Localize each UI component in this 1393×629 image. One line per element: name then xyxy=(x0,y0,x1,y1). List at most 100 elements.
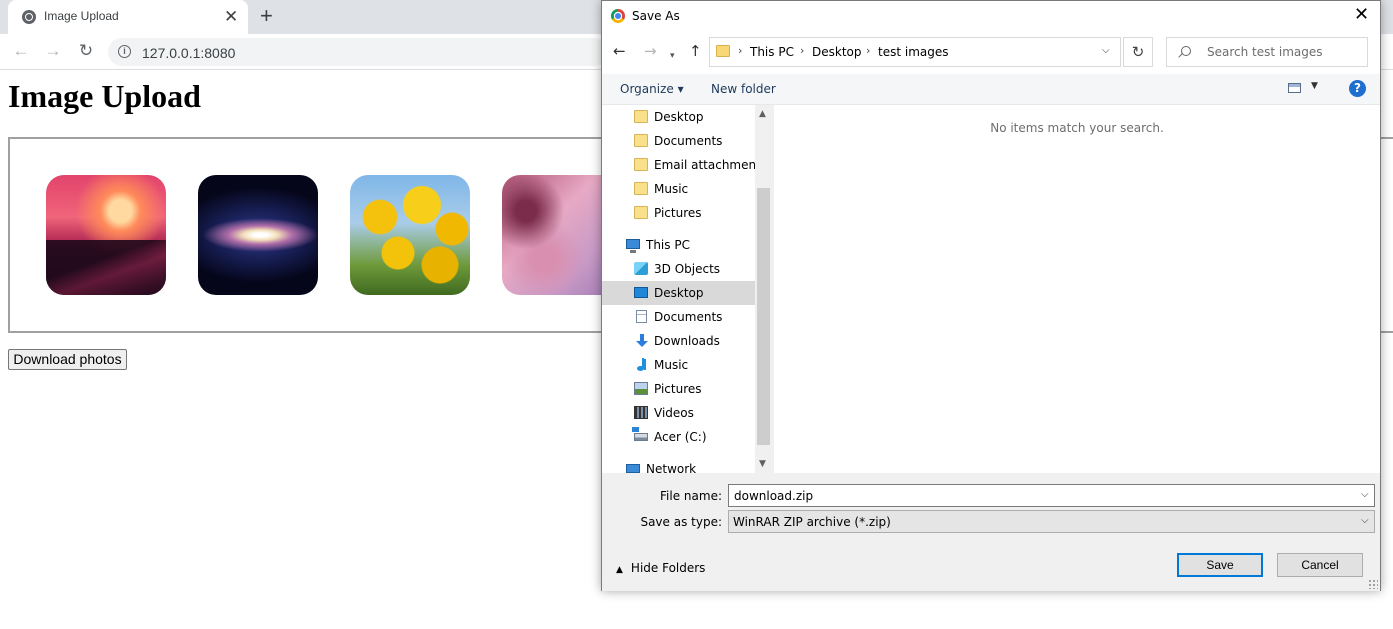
nav-item-label: Videos xyxy=(654,406,694,420)
nav-item-downloads[interactable]: Downloads xyxy=(634,329,772,353)
scroll-down-icon[interactable]: ▼ xyxy=(759,459,766,469)
nav-pane-scrollbar[interactable]: ▲ ▼ xyxy=(755,105,772,473)
folder-icon xyxy=(634,158,648,171)
nav-item-music[interactable]: Music xyxy=(634,177,772,201)
nav-item-acer-drive[interactable]: Acer (C:) xyxy=(632,425,772,449)
nav-item-pictures-pc[interactable]: Pictures xyxy=(634,377,772,401)
dialog-command-bar: Organize ▾ New folder ▼ ? xyxy=(602,74,1380,105)
forward-arrow-icon[interactable]: → xyxy=(644,42,657,60)
nav-item-label: Music xyxy=(654,358,689,372)
reload-icon[interactable]: ↻ xyxy=(75,40,97,62)
chevron-right-icon[interactable]: › xyxy=(800,44,804,57)
back-arrow-icon[interactable]: ← xyxy=(10,40,32,62)
empty-message: No items match your search. xyxy=(990,121,1164,135)
chevron-down-icon[interactable]: ⌵ xyxy=(1102,45,1110,56)
nav-item-3d-objects[interactable]: 3D Objects xyxy=(634,257,772,281)
folder-icon xyxy=(634,206,648,219)
nav-item-network[interactable]: Network xyxy=(626,457,772,473)
nav-item-documents[interactable]: Documents xyxy=(634,129,772,153)
music-note-icon xyxy=(637,358,651,371)
save-button[interactable]: Save xyxy=(1177,553,1263,577)
chevron-right-icon[interactable]: › xyxy=(738,44,742,57)
dialog-title: Save As xyxy=(632,9,680,23)
download-photos-button[interactable]: Download photos xyxy=(8,349,127,370)
back-arrow-icon[interactable]: ← xyxy=(613,42,626,60)
nav-item-label: 3D Objects xyxy=(654,262,721,276)
nav-item-label: Network xyxy=(646,462,697,473)
nav-item-email-attachments[interactable]: Email attachments xyxy=(634,153,772,177)
save-as-type-label: Save as type: xyxy=(640,515,722,529)
dialog-titlebar: Save As ✕ xyxy=(602,1,1380,32)
info-icon[interactable]: i xyxy=(118,45,131,58)
film-icon xyxy=(634,406,648,419)
browser-tab[interactable]: Image Upload ✕ xyxy=(8,0,248,34)
forward-arrow-icon[interactable]: → xyxy=(42,40,64,62)
nav-item-label: Documents xyxy=(654,134,723,148)
view-options-icon[interactable] xyxy=(1288,83,1301,93)
nav-item-label: Documents xyxy=(654,310,723,324)
galaxy-image xyxy=(198,175,318,295)
tab-title: Image Upload xyxy=(44,9,119,23)
url-text: 127.0.0.1:8080 xyxy=(142,45,236,61)
close-icon[interactable]: ✕ xyxy=(1354,5,1369,25)
cube-icon xyxy=(634,262,648,275)
desktop-icon xyxy=(634,287,648,298)
scrollbar-thumb[interactable] xyxy=(757,188,770,445)
hide-folders-button[interactable]: ▲ Hide Folders xyxy=(616,561,705,575)
file-list-pane[interactable]: No items match your search. xyxy=(774,105,1380,473)
file-name-label: File name: xyxy=(660,489,722,503)
save-as-type-select[interactable]: WinRAR ZIP archive (*.zip) xyxy=(728,510,1375,533)
breadcrumb-test-images[interactable]: test images xyxy=(878,45,949,59)
nav-item-desktop-selected[interactable]: Desktop xyxy=(602,281,755,305)
refresh-icon[interactable]: ↻ xyxy=(1123,37,1153,67)
dialog-address-row: ← → ▾ ↑ › This PC › Desktop › test image… xyxy=(602,32,1380,74)
nav-item-label: This PC xyxy=(646,238,690,252)
nav-item-this-pc[interactable]: This PC xyxy=(626,233,772,257)
search-input[interactable]: Search test images xyxy=(1166,37,1368,67)
folder-icon xyxy=(634,134,648,147)
close-tab-icon[interactable]: ✕ xyxy=(224,8,238,25)
folder-icon xyxy=(716,45,730,57)
nav-item-label: Music xyxy=(654,182,689,196)
resize-grip-icon[interactable] xyxy=(1368,579,1378,589)
nav-item-label: Email attachments xyxy=(654,158,768,172)
hide-folders-label: Hide Folders xyxy=(630,561,706,575)
page-title: Image Upload xyxy=(8,78,201,114)
cancel-button[interactable]: Cancel xyxy=(1277,553,1363,577)
file-name-field[interactable]: download.zip xyxy=(728,484,1375,507)
document-icon xyxy=(636,310,647,323)
organize-menu[interactable]: Organize ▾ xyxy=(620,82,684,96)
help-icon[interactable]: ? xyxy=(1349,80,1366,97)
chevron-down-icon[interactable]: ⌵ xyxy=(1361,515,1369,526)
computer-icon xyxy=(626,239,640,253)
nav-item-label: Pictures xyxy=(654,382,702,396)
drive-icon xyxy=(632,427,648,441)
chevron-right-icon[interactable]: › xyxy=(866,44,870,57)
breadcrumb-desktop[interactable]: Desktop xyxy=(812,45,862,59)
nav-item-desktop[interactable]: Desktop xyxy=(634,105,772,129)
scroll-up-icon[interactable]: ▲ xyxy=(759,109,766,119)
picture-icon xyxy=(634,382,648,395)
nav-item-videos[interactable]: Videos xyxy=(634,401,772,425)
search-placeholder: Search test images xyxy=(1207,45,1323,59)
up-arrow-icon[interactable]: ↑ xyxy=(689,42,702,60)
chevron-down-icon[interactable]: ▼ xyxy=(1311,81,1318,91)
save-as-dialog: Save As ✕ ← → ▾ ↑ › This PC › Desktop › … xyxy=(601,0,1381,591)
recent-locations-chevron-icon[interactable]: ▾ xyxy=(670,47,675,65)
chevron-down-icon[interactable]: ⌵ xyxy=(1361,489,1369,500)
dialog-footer: File name: download.zip ⌵ Save as type: … xyxy=(602,473,1380,591)
address-bar[interactable]: i 127.0.0.1:8080 xyxy=(108,38,608,66)
nav-item-pictures[interactable]: Pictures xyxy=(634,201,772,225)
search-icon xyxy=(1181,46,1191,56)
chevron-up-icon: ▲ xyxy=(616,565,623,575)
breadcrumb[interactable]: › This PC › Desktop › test images ⌵ xyxy=(709,37,1121,67)
breadcrumb-this-pc[interactable]: This PC xyxy=(750,45,794,59)
folder-icon xyxy=(634,182,648,195)
chrome-icon xyxy=(611,9,625,23)
nav-item-documents-pc[interactable]: Documents xyxy=(634,305,772,329)
network-icon xyxy=(626,464,640,473)
nav-item-music-pc[interactable]: Music xyxy=(634,353,772,377)
navigation-pane: Desktop Documents Email attachments Musi… xyxy=(602,105,772,473)
new-tab-icon[interactable]: + xyxy=(260,5,273,27)
new-folder-button[interactable]: New folder xyxy=(711,82,776,96)
